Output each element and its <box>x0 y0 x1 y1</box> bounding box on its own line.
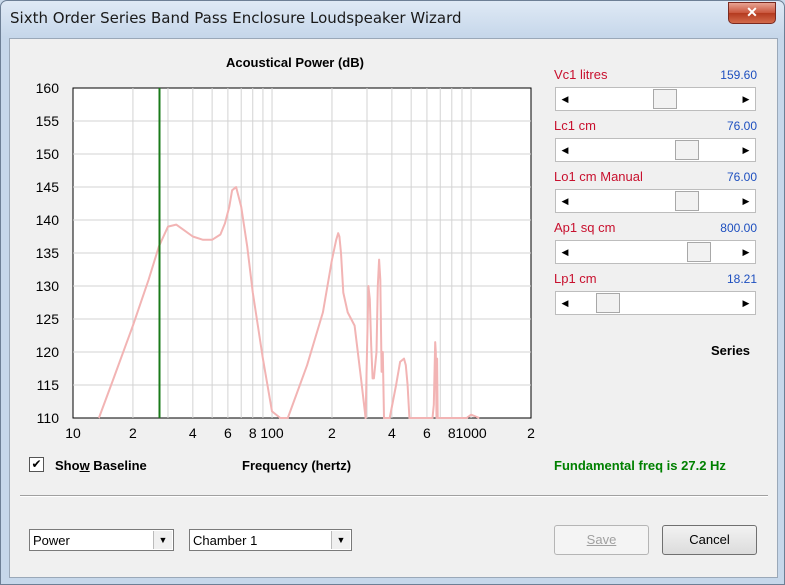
scroll-left-icon[interactable]: ◀ <box>557 293 573 313</box>
param-label: Vc1 litres <box>554 67 608 82</box>
param-value: 76.00 <box>726 119 757 133</box>
chamber-select-value: Chamber 1 <box>193 533 258 548</box>
wizard-window: Sixth Order Series Band Pass Enclosure L… <box>0 0 785 585</box>
x-tick-label: 8 <box>249 425 257 441</box>
y-tick-label: 125 <box>36 311 60 327</box>
x-tick-label: 6 <box>224 425 232 441</box>
y-tick-label: 115 <box>37 377 60 393</box>
view-select[interactable]: Power ▼ <box>29 529 174 551</box>
scroll-left-icon[interactable]: ◀ <box>557 191 573 211</box>
scroll-right-icon[interactable]: ▶ <box>738 140 754 160</box>
x-tick-label: 2 <box>328 425 336 441</box>
client-area: Acoustical Power (dB) 160 155 150 145 140 135… <box>9 38 778 578</box>
show-baseline-checkbox[interactable]: ✔ <box>29 457 44 472</box>
scroll-thumb[interactable] <box>675 191 700 211</box>
param-scrollbar[interactable]: ◀ ▶ <box>555 138 756 162</box>
view-select-value: Power <box>33 533 70 548</box>
save-button[interactable]: Save <box>554 525 649 555</box>
cancel-button[interactable]: Cancel <box>662 525 757 555</box>
param-value: 159.60 <box>720 68 757 82</box>
chamber-select[interactable]: Chamber 1 ▼ <box>189 529 352 551</box>
y-tick-label: 160 <box>36 80 60 96</box>
scroll-thumb[interactable] <box>675 140 700 160</box>
scroll-right-icon[interactable]: ▶ <box>738 293 754 313</box>
window-title: Sixth Order Series Band Pass Enclosure L… <box>10 9 462 27</box>
param-label: Lo1 cm Manual <box>554 169 643 184</box>
x-tick-label: 1000 <box>456 425 487 441</box>
y-tick-label: 140 <box>36 212 60 228</box>
chevron-down-icon[interactable]: ▼ <box>331 531 350 549</box>
param-value: 800.00 <box>720 221 757 235</box>
scroll-right-icon[interactable]: ▶ <box>738 242 754 262</box>
chart-title: Acoustical Power (dB) <box>226 55 364 70</box>
chevron-down-icon[interactable]: ▼ <box>153 531 172 549</box>
scroll-thumb[interactable] <box>686 242 711 262</box>
param-label: Lc1 cm <box>554 118 596 133</box>
scroll-right-icon[interactable]: ▶ <box>738 89 754 109</box>
param-value: 76.00 <box>726 170 757 184</box>
fundamental-frequency-text: Fundamental freq is 27.2 Hz <box>554 458 726 473</box>
x-tick-label: 6 <box>423 425 431 441</box>
x-tick-label: 2 <box>129 425 137 441</box>
y-tick-label: 120 <box>36 344 60 360</box>
x-tick-label: 4 <box>189 425 197 441</box>
close-button[interactable]: ✕ <box>728 2 776 24</box>
y-tick-label: 110 <box>37 410 60 426</box>
x-tick-label: 10 <box>65 425 81 441</box>
y-tick-label: 135 <box>36 245 60 261</box>
x-tick-label: 4 <box>388 425 396 441</box>
param-scrollbar[interactable]: ◀ ▶ <box>555 291 756 315</box>
x-tick-label: 2 <box>527 425 535 441</box>
param-value: 18.21 <box>726 272 757 286</box>
param-label: Ap1 sq cm <box>554 220 616 235</box>
y-tick-label: 145 <box>36 179 60 195</box>
y-tick-label: 130 <box>36 278 60 294</box>
param-scrollbar[interactable]: ◀ ▶ <box>555 87 756 111</box>
scroll-left-icon[interactable]: ◀ <box>557 242 573 262</box>
param-scrollbar[interactable]: ◀ ▶ <box>555 189 756 213</box>
param-label: Lp1 cm <box>554 271 597 286</box>
x-tick-label: 100 <box>260 425 284 441</box>
show-baseline-label[interactable]: Show Baseline <box>55 458 147 473</box>
close-icon: ✕ <box>746 4 758 20</box>
checkmark-icon: ✔ <box>31 457 42 471</box>
separator <box>20 495 768 497</box>
title-bar: Sixth Order Series Band Pass Enclosure L… <box>1 1 784 38</box>
power-chart: 16015515014514013513012512011511010 2 4 6 8 1… <box>36 80 535 441</box>
scroll-right-icon[interactable]: ▶ <box>738 191 754 211</box>
y-tick-label: 150 <box>36 146 60 162</box>
scroll-thumb[interactable] <box>653 89 678 109</box>
param-scrollbar[interactable]: ◀ ▶ <box>555 240 756 264</box>
scroll-thumb[interactable] <box>596 293 621 313</box>
x-axis-label: Frequency (hertz) <box>242 458 352 473</box>
y-tick-label: 155 <box>36 113 60 129</box>
series-label: Series <box>711 343 751 358</box>
scroll-left-icon[interactable]: ◀ <box>557 89 573 109</box>
scroll-left-icon[interactable]: ◀ <box>557 140 573 160</box>
